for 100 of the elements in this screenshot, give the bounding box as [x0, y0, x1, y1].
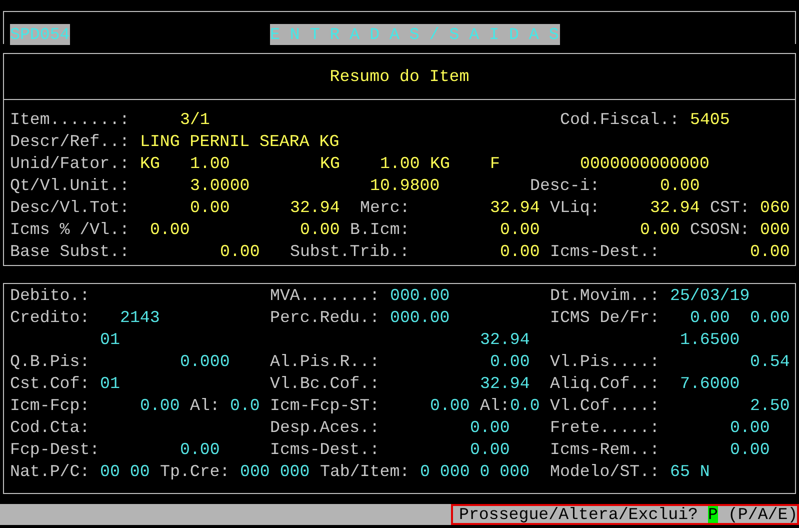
field-label: Dt.Movim..:: [550, 285, 660, 307]
field-label: Qt/Vl.Unit.:: [10, 175, 130, 197]
field-label: Perc.Redu.:: [270, 307, 380, 329]
field-label: Tab/Item:: [320, 461, 410, 483]
field-value: 0.00: [470, 439, 510, 461]
field-label: Vl.Bc.Cof.:: [270, 373, 380, 395]
field-value: 10.9800: [370, 175, 440, 197]
field-value: 0.00: [750, 241, 790, 263]
field-label: Nat.P/C:: [10, 461, 90, 483]
field-value: 0.00: [300, 219, 340, 241]
field-value: 0.00: [730, 439, 770, 461]
field-label: Base Subst.:: [10, 241, 130, 263]
field-value: F: [490, 153, 500, 175]
field-value: 0.00: [640, 219, 680, 241]
field-label: Vl.Cof....:: [550, 395, 660, 417]
field-value: 0.00: [140, 395, 180, 417]
field-value: 0.00: [490, 351, 530, 373]
field-value: 32.94: [650, 197, 700, 219]
field-label: Al:: [480, 395, 510, 417]
field-label: Icm-Fcp-ST:: [270, 395, 380, 417]
field-value: 0.0: [510, 395, 540, 417]
field-label: Icm-Fcp:: [10, 395, 90, 417]
field-value: 1.00: [380, 153, 420, 175]
field-value: 1.6500: [680, 329, 740, 351]
field-value: 0.00: [220, 241, 260, 263]
field-value: 0.00: [430, 395, 470, 417]
field-label: Debito.:: [10, 285, 90, 307]
field-label: Frete.....:: [550, 417, 660, 439]
field-label: Merc:: [360, 197, 410, 219]
field-label: Desp.Aces.:: [270, 417, 380, 439]
field-value: 0.00: [500, 241, 540, 263]
field-label: Aliq.Cof..:: [550, 373, 660, 395]
field-label: Item.......:: [10, 109, 130, 131]
field-label: Cst.Cof:: [10, 373, 90, 395]
field-value: 1.00: [190, 153, 230, 175]
field-value: 0.000: [180, 351, 230, 373]
field-label: Descr/Ref..:: [10, 131, 130, 153]
field-value: 000.00: [390, 285, 450, 307]
field-value: KG: [140, 153, 160, 175]
program-code: SPD054: [10, 24, 70, 45]
answer-field[interactable]: P: [708, 506, 718, 523]
field-value: 0.00: [180, 439, 220, 461]
field-value: 01: [100, 373, 120, 395]
field-value: KG: [430, 153, 450, 175]
field-label: Icms-Dest.:: [550, 241, 660, 263]
field-label: Cod.Fiscal.:: [560, 109, 680, 131]
field-value: 000: [760, 219, 790, 241]
field-value: 0.00: [150, 219, 190, 241]
field-label: Al.Pis.R..:: [270, 351, 380, 373]
field-label: Desc-i:: [530, 175, 600, 197]
prompt-text: Prossegue/Altera/Exclui?: [459, 506, 698, 523]
field-label: Icms-Dest.:: [270, 439, 380, 461]
field-value: 0.00: [190, 197, 230, 219]
field-label: Al:: [190, 395, 220, 417]
field-label: B.Icm:: [350, 219, 410, 241]
field-label: VLiq:: [550, 197, 600, 219]
prompt-options: (P/A/E): [728, 506, 798, 523]
field-value: 0.00: [690, 307, 730, 329]
field-value: LING PERNIL SEARA KG: [140, 131, 340, 153]
field-value: 000 000: [240, 461, 310, 483]
field-label: Fcp-Dest:: [10, 439, 100, 461]
field-value: 32.94: [490, 197, 540, 219]
field-label: Subst.Trib.:: [290, 241, 410, 263]
field-label: CSOSN:: [690, 219, 750, 241]
field-value: KG: [320, 153, 340, 175]
field-value: 0 000 0 000: [420, 461, 530, 483]
field-value: 2.50: [750, 395, 790, 417]
field-value: 0.00: [750, 307, 790, 329]
field-value: 01: [100, 329, 120, 351]
field-value: 00 00: [100, 461, 150, 483]
field-label: Cod.Cta:: [10, 417, 90, 439]
field-value: 0.00: [500, 219, 540, 241]
field-value: 2143: [120, 307, 160, 329]
field-label: ICMS De/Fr:: [550, 307, 660, 329]
field-value: 3/1: [180, 109, 210, 131]
field-label: Vl.Pis....:: [550, 351, 660, 373]
field-value: 32.94: [480, 373, 530, 395]
field-value: 0.00: [730, 417, 770, 439]
field-value: 32.94: [480, 329, 530, 351]
field-value: 65 N: [670, 461, 710, 483]
field-value: 0.00: [660, 175, 700, 197]
field-value: 0.54: [750, 351, 790, 373]
screen-title: E N T R A D A S / S A I D A S: [270, 24, 560, 45]
field-label: Icms % /Vl.:: [10, 219, 130, 241]
field-label: Unid/Fator.:: [10, 153, 130, 175]
field-label: Desc/Vl.Tot:: [10, 197, 130, 219]
field-value: 3.0000: [190, 175, 250, 197]
field-label: CST:: [710, 197, 750, 219]
field-value: 0.00: [470, 417, 510, 439]
panel-title: Resumo do Item: [330, 66, 470, 88]
field-value: 0.0: [230, 395, 260, 417]
field-value: 32.94: [290, 197, 340, 219]
field-label: Q.B.Pis:: [10, 351, 90, 373]
field-label: Credito:: [10, 307, 90, 329]
field-value: 25/03/19: [670, 285, 750, 307]
field-value: 000.00: [390, 307, 450, 329]
field-value: 7.6000: [680, 373, 740, 395]
field-value: 060: [760, 197, 790, 219]
field-label: Tp.Cre:: [160, 461, 230, 483]
field-label: MVA.......:: [270, 285, 380, 307]
